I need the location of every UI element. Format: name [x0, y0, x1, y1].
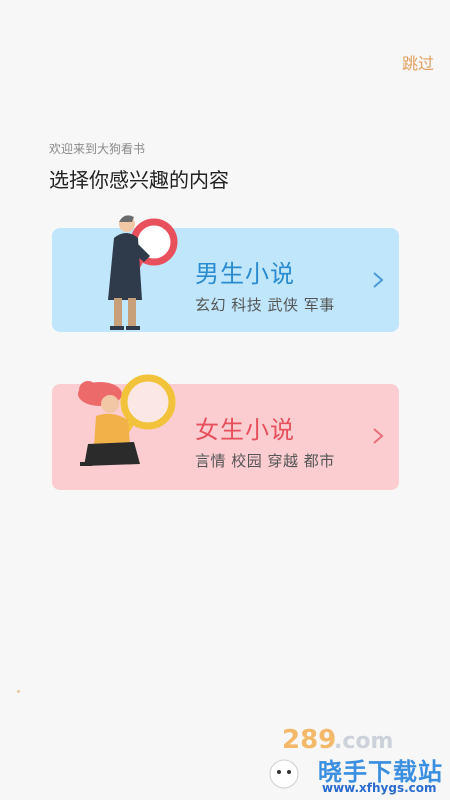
category-tags-male: 玄幻 科技 武侠 军事: [195, 296, 335, 314]
status-bar: [0, 0, 450, 18]
svg-text:289: 289: [282, 725, 336, 755]
chevron-right-icon: [373, 272, 384, 288]
chevron-right-icon: [373, 428, 384, 444]
welcome-text: 欢迎来到大狗看书: [49, 142, 146, 156]
skip-button[interactable]: 跳过: [402, 50, 434, 74]
watermark-url: www.xfhygs.com: [322, 781, 437, 795]
category-tags-female: 言情 校园 穿越 都市: [195, 452, 335, 470]
male-reader-illustration: [108, 215, 178, 330]
svg-text:.com: .com: [334, 729, 393, 754]
page-title: 选择你感兴趣的内容: [49, 168, 229, 192]
female-reader-illustration: [78, 374, 176, 466]
decorative-dot: [17, 690, 20, 693]
category-title-male: 男生小说: [195, 260, 295, 288]
category-title-female: 女生小说: [195, 416, 295, 444]
